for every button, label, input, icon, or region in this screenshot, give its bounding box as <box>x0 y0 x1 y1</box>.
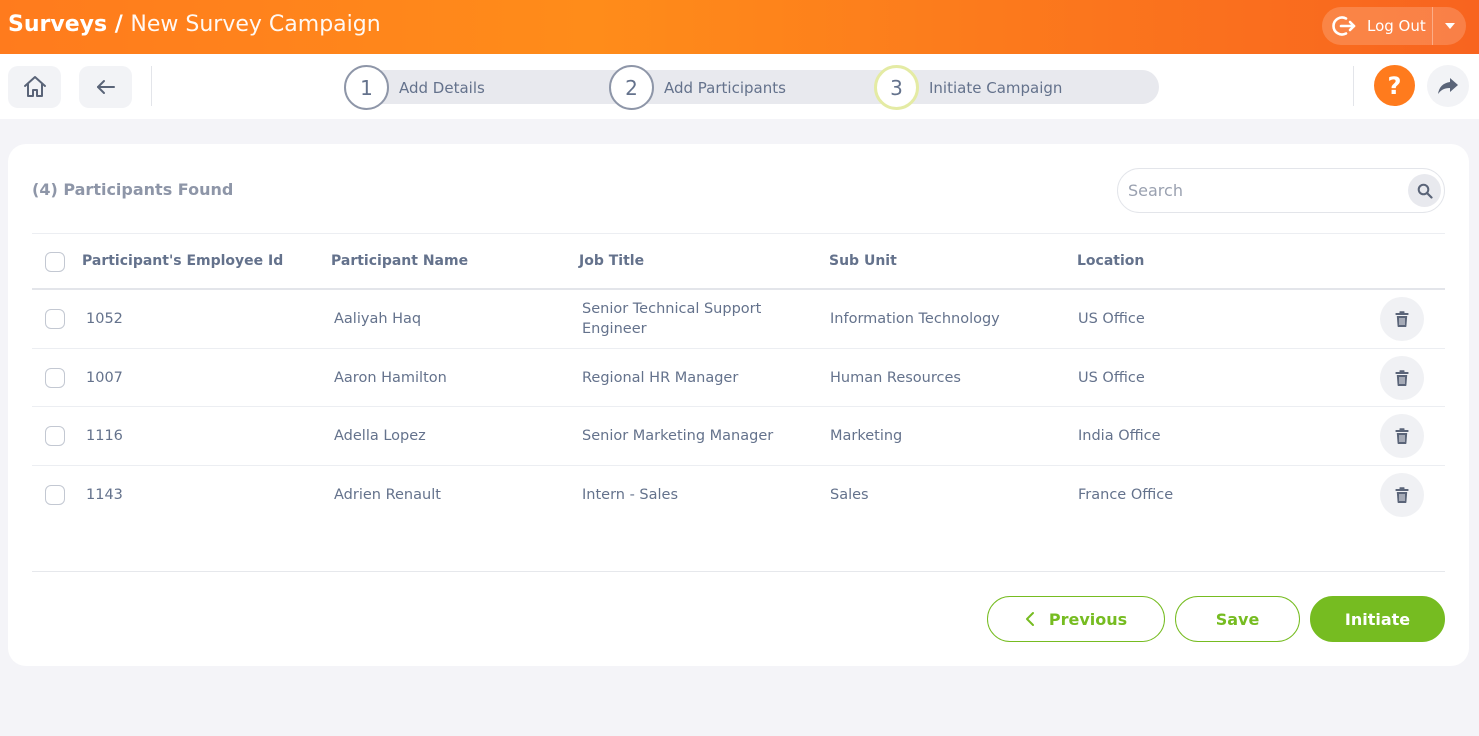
table-header: Participant's Employee Id Participant Na… <box>32 233 1445 290</box>
column-header[interactable]: Participant's Employee Id <box>82 253 283 269</box>
previous-label: Previous <box>1048 609 1128 629</box>
sub-unit-cell: Human Resources <box>830 369 961 386</box>
delete-participant-button[interactable] <box>1380 297 1424 341</box>
participant-name-cell: Adrien Renault <box>334 486 441 503</box>
home-icon <box>23 76 46 97</box>
logout-icon <box>1332 16 1356 36</box>
top-header: Surveys / New Survey Campaign Log Out <box>0 0 1479 54</box>
search-icon <box>1417 183 1433 199</box>
table-row: 1052 Aaliyah Haq Senior Technical Suppor… <box>32 290 1445 349</box>
sub-unit-cell: Sales <box>830 486 869 503</box>
row-checkbox[interactable] <box>45 426 65 446</box>
trash-icon <box>1395 311 1409 327</box>
table-row: 1007 Aaron Hamilton Regional HR Manager … <box>32 349 1445 407</box>
step-number: 1 <box>344 65 389 110</box>
initiate-label: Initiate <box>1344 609 1411 629</box>
share-icon <box>1438 78 1458 94</box>
step-add-participants[interactable]: 2 Add Participants <box>609 65 786 110</box>
question-icon: ? <box>1387 71 1402 100</box>
breadcrumb: Surveys / New Survey Campaign <box>8 12 381 37</box>
participant-name-cell: Adella Lopez <box>334 428 426 444</box>
logout-button[interactable]: Log Out <box>1322 7 1432 45</box>
column-header[interactable]: Job Title <box>579 253 644 269</box>
column-header[interactable]: Participant Name <box>331 253 468 269</box>
trash-icon <box>1395 486 1409 503</box>
page-title: New Survey Campaign <box>130 12 381 37</box>
job-title-cell: Regional HR Manager <box>582 369 739 386</box>
delete-participant-button[interactable] <box>1380 472 1424 517</box>
search-box <box>1117 168 1445 213</box>
table-row: 1116 Adella Lopez Senior Marketing Manag… <box>32 407 1445 466</box>
search-input[interactable] <box>1128 181 1398 200</box>
delete-participant-button[interactable] <box>1380 355 1424 400</box>
step-initiate-campaign[interactable]: 3 Initiate Campaign <box>874 65 1062 110</box>
participant-name-cell: Aaron Hamilton <box>334 369 447 386</box>
job-title-cell: Senior Technical Support Engineer <box>582 301 762 337</box>
location-cell: US Office <box>1078 369 1145 386</box>
sub-unit-cell: Information Technology <box>830 311 1000 327</box>
delete-participant-button[interactable] <box>1380 414 1424 458</box>
help-button[interactable]: ? <box>1374 65 1415 106</box>
trash-icon <box>1395 428 1409 444</box>
employee-id-cell: 1052 <box>86 311 123 327</box>
participants-table: Participant's Employee Id Participant Na… <box>32 233 1445 524</box>
toolbar-divider <box>151 66 152 106</box>
participants-card: (4) Participants Found Participant's Emp… <box>8 144 1469 666</box>
toolbar-divider <box>1353 66 1354 106</box>
step-number: 3 <box>874 65 919 110</box>
arrow-left-icon <box>96 80 115 94</box>
table-row: 1143 Adrien Renault Intern - Sales Sales… <box>32 466 1445 525</box>
step-label: Initiate Campaign <box>929 78 1063 97</box>
job-title-cell: Intern - Sales <box>582 486 679 503</box>
trash-icon <box>1395 369 1409 386</box>
location-cell: India Office <box>1078 428 1161 444</box>
previous-button[interactable]: Previous <box>987 596 1165 642</box>
participants-count: (4) Participants Found <box>32 180 234 199</box>
step-label: Add Details <box>399 78 485 97</box>
toolbar: 1 Add Details 2 Add Participants 3 Initi… <box>0 54 1479 119</box>
breadcrumb-module[interactable]: Surveys <box>8 12 107 37</box>
employee-id-cell: 1143 <box>86 486 123 503</box>
row-checkbox[interactable] <box>45 309 65 329</box>
save-label: Save <box>1215 609 1260 629</box>
caret-down-icon <box>1444 23 1455 29</box>
employee-id-cell: 1007 <box>86 369 123 386</box>
back-button[interactable] <box>79 66 132 108</box>
job-title-cell: Senior Marketing Manager <box>582 428 774 444</box>
column-header[interactable]: Location <box>1077 253 1144 269</box>
home-button[interactable] <box>8 66 61 108</box>
share-button[interactable] <box>1427 65 1469 107</box>
sub-unit-cell: Marketing <box>830 428 903 444</box>
participant-name-cell: Aaliyah Haq <box>334 311 422 327</box>
search-button[interactable] <box>1408 174 1441 207</box>
chevron-left-icon <box>1025 612 1034 626</box>
column-header[interactable]: Sub Unit <box>829 253 897 269</box>
breadcrumb-separator: / <box>107 12 131 37</box>
step-label: Add Participants <box>664 78 786 97</box>
step-number: 2 <box>609 65 654 110</box>
step-add-details[interactable]: 1 Add Details <box>344 65 485 110</box>
save-button[interactable]: Save <box>1175 596 1300 642</box>
initiate-button[interactable]: Initiate <box>1310 596 1445 642</box>
row-checkbox[interactable] <box>45 484 65 505</box>
logout-label: Log Out <box>1367 17 1426 35</box>
select-all-checkbox[interactable] <box>45 252 65 272</box>
logout-control: Log Out <box>1322 7 1466 45</box>
user-menu-dropdown[interactable] <box>1433 7 1466 45</box>
location-cell: France Office <box>1078 486 1174 503</box>
row-checkbox[interactable] <box>45 367 65 388</box>
location-cell: US Office <box>1078 311 1145 327</box>
footer-divider <box>32 571 1445 572</box>
employee-id-cell: 1116 <box>86 428 123 444</box>
